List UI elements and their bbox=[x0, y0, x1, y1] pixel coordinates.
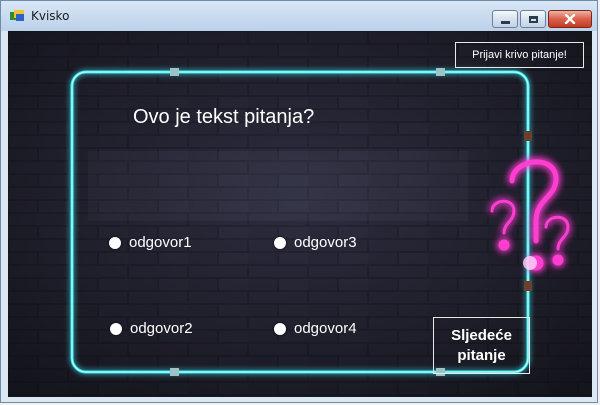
maximize-button[interactable] bbox=[520, 10, 546, 28]
answer-label: odgovor1 bbox=[129, 234, 192, 251]
window-title: Kvisko bbox=[31, 9, 70, 23]
minimize-icon bbox=[500, 20, 510, 24]
answer-label: odgovor2 bbox=[130, 320, 193, 337]
question-text: Ovo je tekst pitanja? bbox=[133, 106, 315, 128]
radio-button[interactable] bbox=[274, 322, 286, 335]
report-wrong-question-button[interactable]: Prijavi krivo pitanje! bbox=[455, 42, 584, 68]
title-bar[interactable]: Kvisko bbox=[1, 1, 597, 31]
close-icon bbox=[564, 14, 576, 24]
answer-label: odgovor3 bbox=[294, 234, 357, 251]
minimize-button[interactable] bbox=[492, 10, 518, 28]
answer-option-1[interactable]: odgovor1 bbox=[109, 234, 192, 251]
quiz-panel: Prijavi krivo pitanje! Ovo je tekst pita… bbox=[8, 31, 592, 397]
answer-option-3[interactable]: odgovor3 bbox=[274, 234, 357, 251]
next-question-button[interactable]: Sljedeće pitanje bbox=[433, 317, 530, 374]
app-icon bbox=[10, 10, 24, 21]
radio-button[interactable] bbox=[109, 236, 121, 249]
radio-button[interactable] bbox=[110, 322, 122, 335]
close-button[interactable] bbox=[548, 10, 592, 28]
answer-label: odgovor4 bbox=[294, 320, 357, 337]
answer-option-4[interactable]: odgovor4 bbox=[274, 320, 357, 337]
answer-option-2[interactable]: odgovor2 bbox=[110, 320, 193, 337]
app-window: Kvisko Prijavi krivo pitanje! Ovo je tek… bbox=[0, 0, 598, 403]
radio-button[interactable] bbox=[274, 236, 286, 249]
maximize-icon bbox=[528, 15, 538, 23]
